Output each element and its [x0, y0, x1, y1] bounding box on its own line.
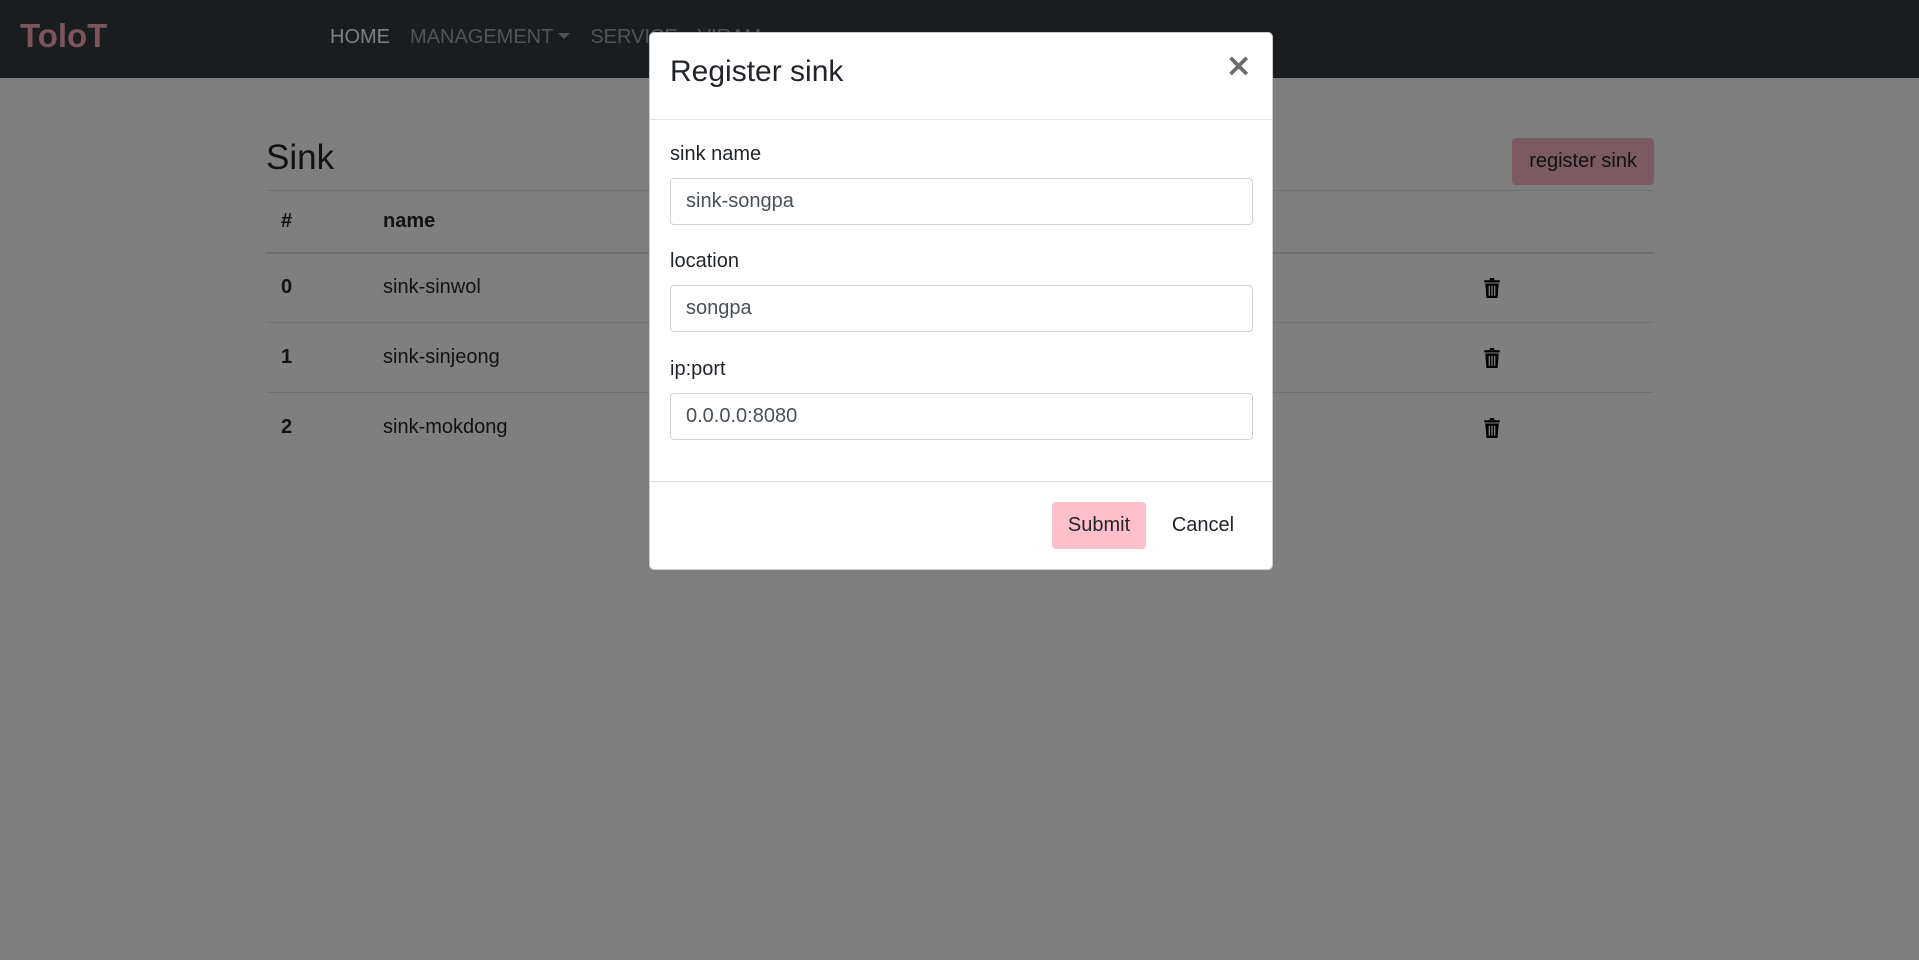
form-group-location: location — [670, 250, 1253, 332]
modal-footer: Submit Cancel — [650, 481, 1272, 570]
sink-name-input[interactable] — [670, 178, 1253, 225]
submit-button[interactable]: Submit — [1052, 502, 1146, 549]
location-label: location — [670, 250, 739, 272]
ip-port-input[interactable] — [670, 393, 1253, 440]
modal-header: Register sink × — [650, 33, 1272, 120]
ip-port-label: ip:port — [670, 358, 726, 380]
register-sink-modal: Register sink × sink name location ip:po… — [649, 32, 1273, 570]
sink-name-label: sink name — [670, 143, 762, 165]
modal-title: Register sink — [670, 55, 844, 88]
form-group-ip-port: ip:port — [670, 358, 1253, 440]
cancel-button[interactable]: Cancel — [1153, 502, 1253, 549]
location-input[interactable] — [670, 285, 1253, 332]
form-group-sink-name: sink name — [670, 143, 1253, 225]
close-icon[interactable]: × — [1225, 49, 1252, 81]
